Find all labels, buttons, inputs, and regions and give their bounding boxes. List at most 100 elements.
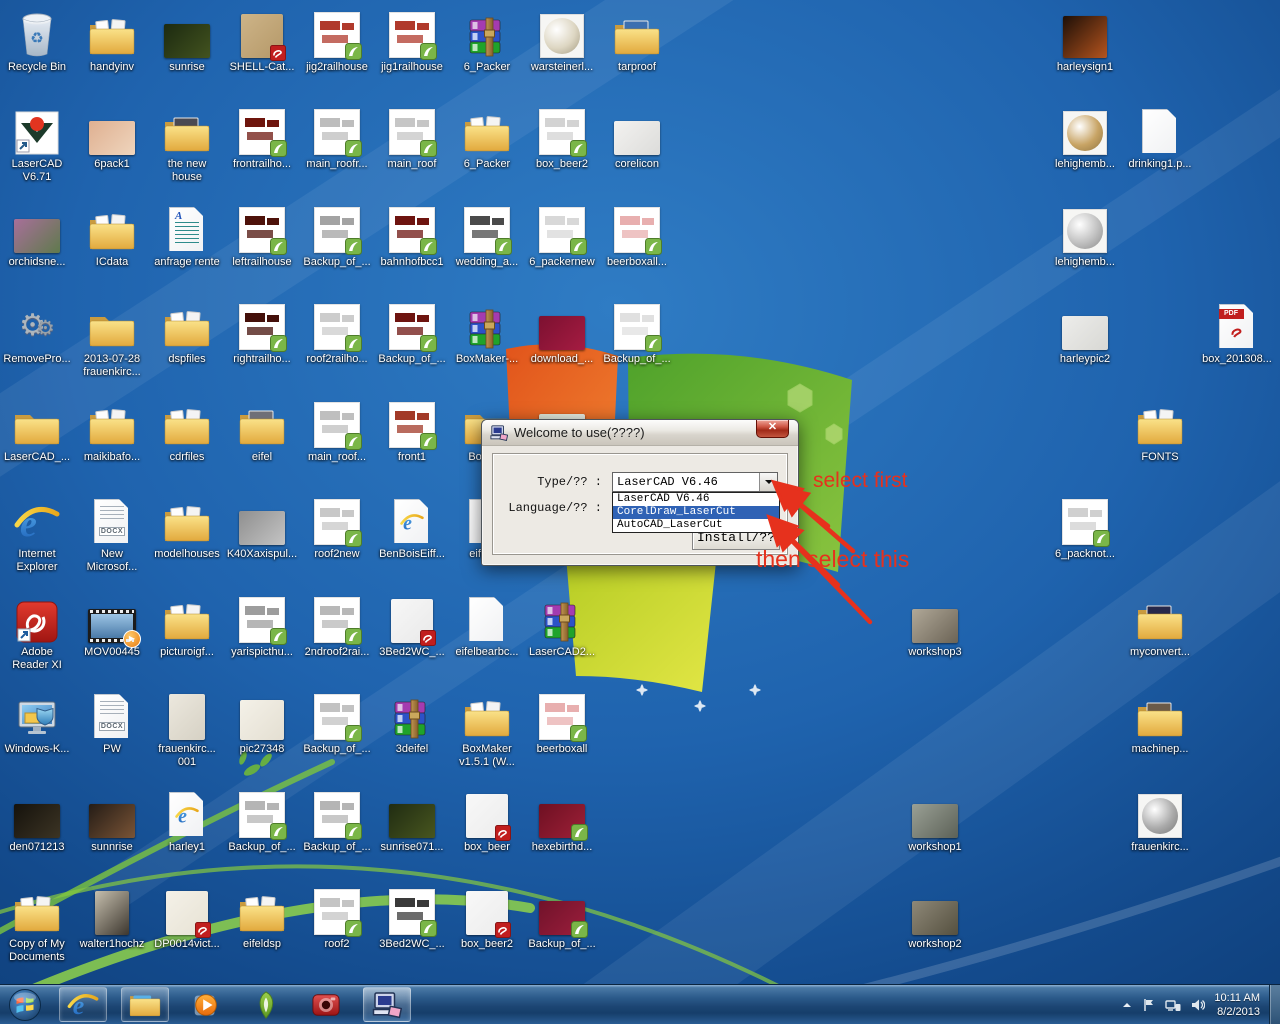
start-button[interactable] <box>5 986 45 1023</box>
desktop-icon[interactable]: LaserCAD V6.71 <box>0 105 76 184</box>
desktop-icon[interactable]: DP0014vict... <box>148 885 226 951</box>
desktop-icon[interactable]: jig2railhouse <box>298 8 376 74</box>
desktop-icon[interactable]: rightrailho... <box>223 300 301 366</box>
desktop-icon[interactable]: frontrailho... <box>223 105 301 171</box>
show-desktop-button[interactable] <box>1269 985 1280 1024</box>
desktop-icon[interactable]: Backup_of_... <box>298 203 376 269</box>
desktop-icon[interactable]: warsteinerl... <box>523 8 601 74</box>
desktop-icon[interactable]: cdrfiles <box>148 398 226 464</box>
dropdown-item[interactable]: CorelDraw_LaserCut <box>613 506 779 519</box>
desktop-icon[interactable]: Backup_of_... <box>523 885 601 951</box>
taskbar-internet-explorer[interactable]: e <box>59 987 107 1022</box>
desktop-icon[interactable]: workshop3 <box>896 593 974 659</box>
desktop-icon[interactable]: wedding_a... <box>448 203 526 269</box>
desktop-icon[interactable]: 6_packernew <box>523 203 601 269</box>
desktop-icon[interactable]: Backup_of_... <box>373 300 451 366</box>
desktop-icon[interactable]: myconvert... <box>1121 593 1199 659</box>
desktop-icon[interactable]: maikibafo... <box>73 398 151 464</box>
desktop-icon[interactable]: leftrailhouse <box>223 203 301 269</box>
desktop-icon[interactable]: drinking1.p... <box>1121 105 1199 171</box>
desktop-icon[interactable]: main_roof... <box>298 398 376 464</box>
desktop-icon[interactable]: harleypic2 <box>1046 300 1124 366</box>
desktop-icon[interactable]: 2ndroof2rai... <box>298 593 376 659</box>
desktop-icon[interactable]: SHELL-Cat... <box>223 8 301 74</box>
desktop-icon[interactable]: K40Xaxispul... <box>223 495 301 561</box>
desktop-icon[interactable]: box_beer2 <box>448 885 526 951</box>
desktop-icon[interactable]: box_beer2 <box>523 105 601 171</box>
taskbar-media-player[interactable] <box>183 988 229 1021</box>
type-combobox[interactable]: LaserCAD V6.46 <box>612 472 778 492</box>
desktop-icon[interactable]: the new house <box>148 105 226 184</box>
dialog-titlebar[interactable]: Welcome to use(????) ✕ <box>482 420 798 446</box>
desktop-icon[interactable]: beerboxall <box>523 690 601 756</box>
desktop-icon[interactable]: beerboxall... <box>598 203 676 269</box>
desktop-icon[interactable]: roof2railho... <box>298 300 376 366</box>
desktop-icon[interactable]: jig1railhouse <box>373 8 451 74</box>
desktop-icon[interactable]: eifeldsp <box>223 885 301 951</box>
desktop-icon[interactable]: 6_packnot... <box>1046 495 1124 561</box>
desktop-icon[interactable]: FONTS <box>1121 398 1199 464</box>
tray-expand-icon[interactable] <box>1121 1000 1133 1010</box>
desktop-icon[interactable]: modelhouses <box>148 495 226 561</box>
desktop-icon[interactable]: hexebirthd... <box>523 788 601 854</box>
action-center-flag-icon[interactable] <box>1142 998 1156 1012</box>
desktop-icon[interactable]: eifel <box>223 398 301 464</box>
desktop-icon[interactable]: LaserCAD_... <box>0 398 76 464</box>
network-icon[interactable] <box>1165 998 1181 1012</box>
desktop-icon[interactable]: 3deifel <box>373 690 451 756</box>
desktop-icon[interactable]: 6pack1 <box>73 105 151 171</box>
desktop-icon[interactable]: eBenBoisEiff... <box>373 495 451 561</box>
desktop-icon[interactable]: DOCXNew Microsof... <box>73 495 151 574</box>
volume-icon[interactable] <box>1190 998 1205 1012</box>
desktop-icon[interactable]: machinep... <box>1121 690 1199 756</box>
desktop-icon[interactable]: Backup_of_... <box>223 788 301 854</box>
desktop-icon[interactable]: sunrise071... <box>373 788 451 854</box>
desktop-icon[interactable]: Backup_of_... <box>598 300 676 366</box>
desktop-icon[interactable]: 2013-07-28 frauenkirc... <box>73 300 151 379</box>
desktop-icon[interactable]: main_roofr... <box>298 105 376 171</box>
desktop-icon[interactable]: Adobe Reader XI <box>0 593 76 672</box>
clock[interactable]: 10:11 AM 8/2/2013 <box>1214 991 1260 1019</box>
desktop-icon[interactable]: corelicon <box>598 105 676 171</box>
desktop-icon[interactable]: Windows-K... <box>0 690 76 756</box>
desktop-icon[interactable]: den071213 <box>0 788 76 854</box>
dropdown-item[interactable]: AutoCAD_LaserCut <box>613 519 779 532</box>
desktop-icon[interactable]: eInternet Explorer <box>0 495 76 574</box>
desktop-icon[interactable]: roof2 <box>298 885 376 951</box>
desktop-icon[interactable]: yarispicthu... <box>223 593 301 659</box>
desktop-icon[interactable]: handyinv <box>73 8 151 74</box>
desktop-icon[interactable]: Backup_of_... <box>298 788 376 854</box>
desktop-icon[interactable]: ⚙⚙RemovePro... <box>0 300 76 366</box>
desktop-icon[interactable]: walter1hochz <box>73 885 151 951</box>
desktop-icon[interactable]: box_beer <box>448 788 526 854</box>
desktop-icon[interactable]: pic27348 <box>223 690 301 756</box>
desktop-icon[interactable]: sunnrise <box>73 788 151 854</box>
desktop-icon[interactable]: BoxMaker v1.5.1 (W... <box>448 690 526 769</box>
desktop-icon[interactable]: PDFbox_201308... <box>1198 300 1276 366</box>
desktop-icon[interactable]: lehighemb... <box>1046 105 1124 171</box>
taskbar-installer[interactable] <box>363 987 411 1022</box>
taskbar-windows-explorer[interactable] <box>121 987 169 1022</box>
desktop-icon[interactable]: ▶MOV00445 <box>73 593 151 659</box>
desktop-icon[interactable]: Copy of My Documents <box>0 885 76 964</box>
taskbar-coreldraw[interactable] <box>243 988 289 1021</box>
desktop-icon[interactable]: front1 <box>373 398 451 464</box>
desktop-icon[interactable]: LaserCAD2... <box>523 593 601 659</box>
desktop-icon[interactable]: ♻Recycle Bin <box>0 8 76 74</box>
desktop-icon[interactable]: lehighemb... <box>1046 203 1124 269</box>
combobox-dropdown-button[interactable] <box>759 473 777 491</box>
desktop-icon[interactable]: tarproof <box>598 8 676 74</box>
desktop-icon[interactable]: BoxMaker-... <box>448 300 526 366</box>
desktop-icon[interactable]: 3Bed2WC_... <box>373 593 451 659</box>
desktop-icon[interactable]: Backup_of_... <box>298 690 376 756</box>
desktop-icon[interactable]: 3Bed2WC_... <box>373 885 451 951</box>
desktop-icon[interactable]: frauenkirc... <box>1121 788 1199 854</box>
desktop-icon[interactable]: eharley1 <box>148 788 226 854</box>
desktop-icon[interactable]: download_... <box>523 300 601 366</box>
desktop-icon[interactable]: harleysign1 <box>1046 8 1124 74</box>
desktop-icon[interactable]: ICdata <box>73 203 151 269</box>
desktop-icon[interactable]: dspfiles <box>148 300 226 366</box>
dropdown-item[interactable]: LaserCAD V6.46 <box>613 493 779 506</box>
close-button[interactable]: ✕ <box>756 420 789 438</box>
desktop-icon[interactable]: orchidsne... <box>0 203 76 269</box>
